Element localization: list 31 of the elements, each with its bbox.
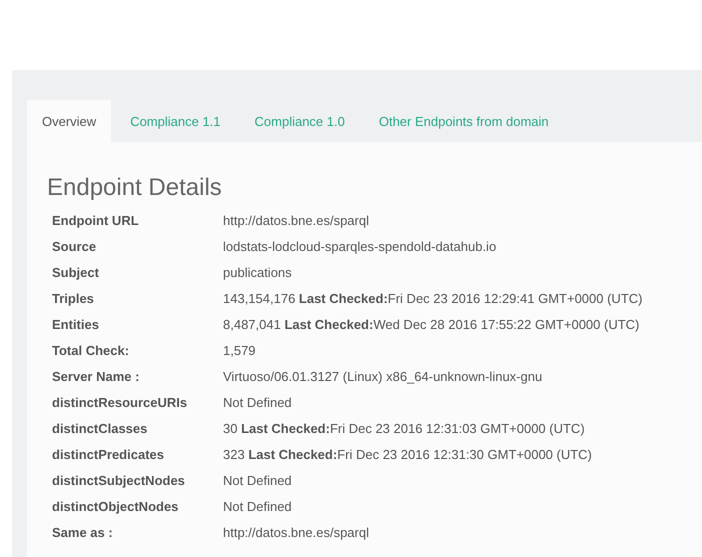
field-label: distinctClasses [51, 420, 148, 438]
field-value: 1,579 [223, 342, 257, 360]
tab[interactable]: Overview [27, 100, 112, 142]
field-label: Same as : [51, 524, 114, 542]
field-value: Not Defined [223, 394, 293, 412]
field-value: Not Defined [223, 472, 293, 490]
field-value: Not Defined [223, 498, 293, 516]
tab[interactable]: Other Endpoints from domain [364, 100, 564, 142]
tab[interactable]: Compliance 1.0 [240, 100, 360, 142]
field-label: Total Check: [51, 342, 130, 360]
field-label: Endpoint URL [51, 212, 140, 230]
section-heading: Endpoint Details [47, 174, 223, 202]
field-value: http://datos.bne.es/sparql [223, 212, 370, 230]
field-label: distinctPredicates [51, 446, 165, 464]
field-label: Entities [51, 316, 100, 334]
field-label: distinctResourceURIs [51, 394, 188, 412]
field-label: Source [51, 238, 98, 256]
field-label: distinctObjectNodes [51, 498, 180, 516]
field-label: Subject [51, 264, 100, 282]
field-value: http://datos.bne.es/sparql [223, 524, 370, 542]
field-value: 143,154,176 Last Checked:Fri Dec 23 2016 12:29:41 GMT+0000 (UTC) [223, 290, 644, 308]
field-label: Triples [51, 290, 95, 308]
field-value: 323 Last Checked:Fri Dec 23 2016 12:31:30 GMT+0000 (UTC) [223, 446, 593, 464]
tab[interactable]: Compliance 1.1 [115, 100, 236, 142]
field-label: Server Name : [51, 368, 140, 386]
field-label: distinctSubjectNodes [51, 472, 186, 490]
field-value: 30 Last Checked:Fri Dec 23 2016 12:31:03 GMT+0000 (UTC) [223, 420, 586, 438]
field-value: lodstats-lodcloud-sparqles-spendold-datahub.io [223, 238, 498, 256]
field-value: 8,487,041 Last Checked:Wed Dec 28 2016 17:55:22 GMT+0000 (UTC) [223, 316, 640, 334]
field-value: publications [223, 264, 293, 282]
field-value: Virtuoso/06.01.3127 (Linux) x86_64-unknown-linux-gnu [223, 368, 544, 386]
